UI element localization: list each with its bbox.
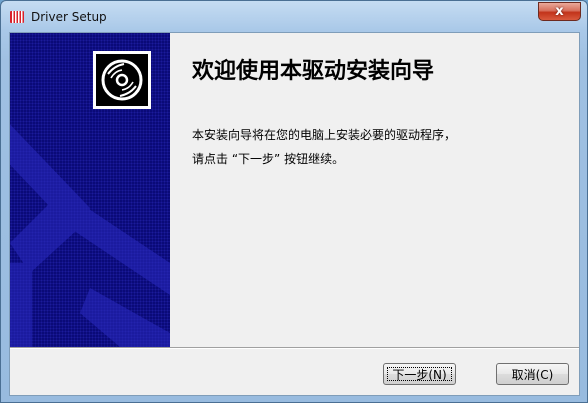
window-title: Driver Setup [31, 10, 107, 24]
close-icon: x [555, 4, 564, 19]
welcome-heading: 欢迎使用本驱动安装向导 [192, 59, 435, 84]
welcome-description: 本安装向导将在您的电脑上安装必要的驱动程序， 请点击 “下一步” 按钮继续。 [192, 123, 456, 171]
button-divider [10, 347, 579, 349]
cancel-button[interactable]: 取消(C) [496, 363, 569, 385]
description-line: 请点击 “下一步” 按钮继续。 [192, 152, 345, 166]
next-button[interactable]: 下一步(N) [383, 363, 456, 385]
next-button-label: 下一步(N) [392, 367, 447, 382]
setup-logo [93, 51, 151, 109]
description-line: 本安装向导将在您的电脑上安装必要的驱动程序， [192, 128, 457, 142]
wizard-content: 欢迎使用本驱动安装向导 本安装向导将在您的电脑上安装必要的驱动程序， 请点击 “… [170, 33, 579, 347]
cd-disc-icon [101, 59, 143, 101]
app-icon [9, 9, 25, 25]
cancel-button-label: 取消(C) [511, 367, 554, 382]
close-button[interactable]: x [538, 2, 581, 21]
wizard-banner [10, 33, 170, 347]
setup-window: Driver Setup x 欢迎使用本驱动安装向导 本安装向导将在您的电脑上安… [0, 0, 588, 403]
wizard-client-area: 欢迎使用本驱动安装向导 本安装向导将在您的电脑上安装必要的驱动程序， 请点击 “… [9, 32, 580, 396]
title-bar[interactable]: Driver Setup x [1, 1, 587, 33]
